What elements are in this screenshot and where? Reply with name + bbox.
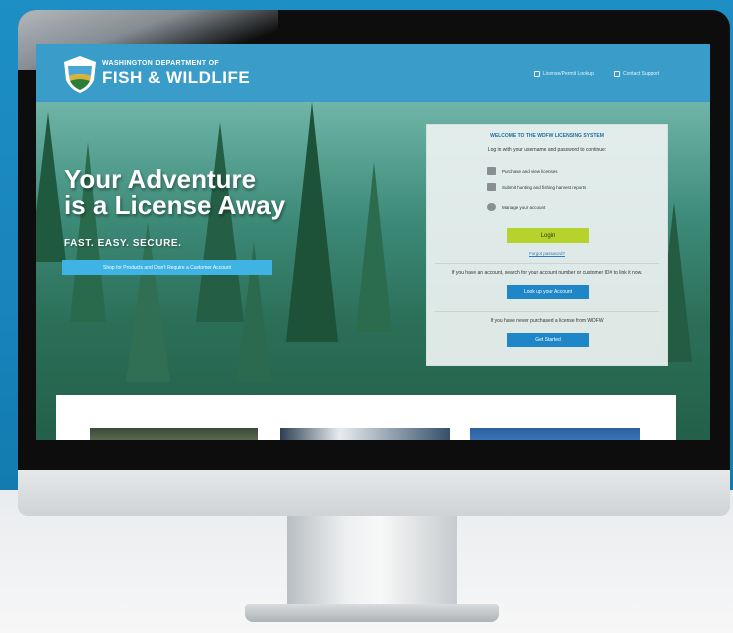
category-image[interactable] xyxy=(90,428,258,440)
hero-title: Your Adventure is a License Away xyxy=(64,166,285,218)
hero-banner: Your Adventure is a License Away FAST. E… xyxy=(36,102,710,440)
calendar-icon xyxy=(487,167,496,175)
header-link-support[interactable]: Contact Support xyxy=(614,71,659,77)
hero-title-line2: is a License Away xyxy=(64,190,286,220)
monitor-chin xyxy=(18,470,730,516)
login-button[interactable]: Login xyxy=(507,228,589,243)
feature-text: Submit hunting and fishing harvest repor… xyxy=(502,184,587,190)
forgot-password-link[interactable]: Forgot password? xyxy=(427,251,667,256)
monitor-stand-neck xyxy=(287,516,457,608)
lookup-account-button[interactable]: Look up your Account xyxy=(507,285,589,299)
brand-small-text: WASHINGTON DEPARTMENT OF xyxy=(102,60,219,67)
feature-text: Purchase and view licenses xyxy=(502,168,558,174)
category-image[interactable] xyxy=(280,428,450,440)
tree-shape xyxy=(356,162,392,332)
wdfw-logo-icon xyxy=(64,56,96,93)
header-link-lookup-label: License/Permit Lookup xyxy=(543,71,594,77)
new-customer-text: If you have never purchased a license fr… xyxy=(490,318,604,324)
divider xyxy=(435,311,659,312)
login-title: WELCOME TO THE WDFW LICENSING SYSTEM xyxy=(490,133,604,139)
feature-item: Manage your account xyxy=(487,203,545,211)
trophy-icon xyxy=(487,183,496,191)
shop-without-account-button[interactable]: Shop for Products and Don't Require a Cu… xyxy=(62,260,272,275)
header-link-support-label: Contact Support xyxy=(623,71,660,77)
feature-item: Purchase and view licenses xyxy=(487,167,558,175)
existing-account-text: If you have an account, search for your … xyxy=(451,270,643,276)
feature-item: Submit hunting and fishing harvest repor… xyxy=(487,183,607,191)
login-panel: WELCOME TO THE WDFW LICENSING SYSTEM Log… xyxy=(426,124,668,366)
brand-name: FISH & WILDLIFE xyxy=(102,68,251,87)
user-icon xyxy=(487,203,496,211)
search-icon xyxy=(534,71,540,77)
feature-text: Manage your account xyxy=(502,204,546,210)
site-header: WASHINGTON DEPARTMENT OF FISH & WILDLIFE… xyxy=(36,44,710,102)
tree-shape xyxy=(36,112,66,262)
tree-shape xyxy=(286,102,338,342)
header-link-lookup[interactable]: License/Permit Lookup xyxy=(534,71,594,77)
hero-subtitle: FAST. EASY. SECURE. xyxy=(64,238,182,249)
get-started-button[interactable]: Get Started xyxy=(507,333,589,347)
category-image[interactable] xyxy=(470,428,640,440)
phone-icon xyxy=(614,71,620,77)
divider xyxy=(435,263,659,264)
login-prompt: Log in with your username and password t… xyxy=(487,147,607,153)
monitor-screen: WASHINGTON DEPARTMENT OF FISH & WILDLIFE… xyxy=(36,44,710,440)
monitor-stand-foot xyxy=(245,604,499,622)
